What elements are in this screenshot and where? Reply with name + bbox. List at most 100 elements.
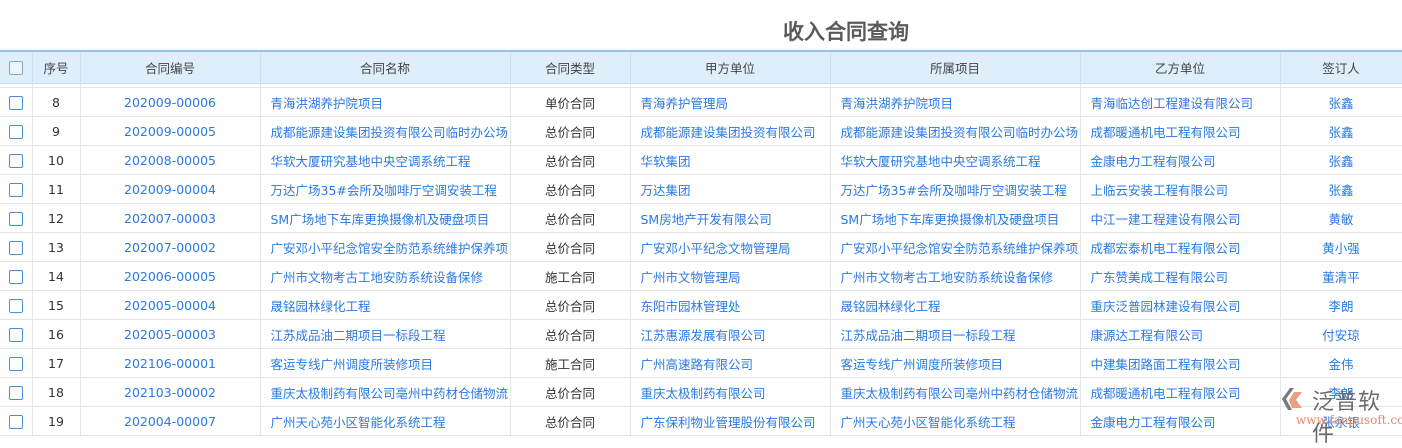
- project-link[interactable]: 客运专线广州调度所装修项目: [830, 348, 1081, 378]
- party-b-link[interactable]: 金康电力工程有限公司: [1080, 406, 1281, 436]
- signer-link[interactable]: 张鑫: [1280, 174, 1402, 204]
- contract-name-link[interactable]: 客运专线广州调度所装修项目: [260, 348, 511, 378]
- party-b-link[interactable]: 广东赞美成工程有限公司: [1080, 261, 1281, 291]
- signer-link[interactable]: 张鑫: [1280, 87, 1402, 117]
- row-checkbox[interactable]: [0, 174, 33, 204]
- row-checkbox[interactable]: [0, 406, 33, 436]
- row-checkbox[interactable]: [0, 87, 33, 117]
- row-checkbox[interactable]: [0, 348, 33, 378]
- project-link[interactable]: 晟铭园林绿化工程: [830, 290, 1081, 320]
- checkbox[interactable]: [8, 385, 23, 400]
- party-b-link[interactable]: 金康电力工程有限公司: [1080, 145, 1281, 175]
- contract-code-link[interactable]: 202007-00002: [80, 232, 261, 262]
- contract-code-link[interactable]: 202009-00004: [80, 174, 261, 204]
- row-checkbox[interactable]: [0, 319, 33, 349]
- col-header-name[interactable]: 合同名称: [260, 50, 511, 84]
- signer-link[interactable]: 李朗: [1280, 290, 1402, 320]
- row-checkbox[interactable]: [0, 290, 33, 320]
- contract-code-link[interactable]: 202106-00001: [80, 348, 261, 378]
- col-header-code[interactable]: 合同编号: [80, 50, 261, 84]
- party-a-link[interactable]: 广东保利物业管理股份有限公司: [630, 406, 831, 436]
- party-a-link[interactable]: 重庆太极制药有限公司: [630, 377, 831, 407]
- contract-code-link[interactable]: 202007-00003: [80, 203, 261, 233]
- contract-name-link[interactable]: 重庆太极制药有限公司亳州中药材仓储物流: [260, 377, 511, 407]
- signer-link[interactable]: 付安琼: [1280, 319, 1402, 349]
- contract-code-link[interactable]: 202005-00003: [80, 319, 261, 349]
- party-a-link[interactable]: SM房地产开发有限公司: [630, 203, 831, 233]
- row-checkbox[interactable]: [0, 377, 33, 407]
- project-link[interactable]: 重庆太极制药有限公司亳州中药材仓储物流: [830, 377, 1081, 407]
- contract-code-link[interactable]: 202009-00006: [80, 87, 261, 117]
- table-row[interactable]: 8 202009-00006 青海洪湖养护院项目 单价合同 青海养护管理局 青海洪湖养护院…: [0, 87, 1402, 117]
- contract-code-link[interactable]: 202005-00004: [80, 290, 261, 320]
- project-link[interactable]: 成都能源建设集团投资有限公司临时办公场: [830, 116, 1081, 146]
- party-b-link[interactable]: 成都暖通机电工程有限公司: [1080, 116, 1281, 146]
- party-a-link[interactable]: 广州高速路有限公司: [630, 348, 831, 378]
- party-b-link[interactable]: 成都暖通机电工程有限公司: [1080, 377, 1281, 407]
- project-link[interactable]: 万达广场35#会所及咖啡厅空调安装工程: [830, 174, 1081, 204]
- party-a-link[interactable]: 成都能源建设集团投资有限公司: [630, 116, 831, 146]
- checkbox[interactable]: [8, 356, 23, 371]
- contract-code-link[interactable]: 202006-00005: [80, 261, 261, 291]
- checkbox[interactable]: [8, 95, 23, 110]
- party-a-link[interactable]: 华软集团: [630, 145, 831, 175]
- row-checkbox[interactable]: [0, 232, 33, 262]
- signer-link[interactable]: 金伟: [1280, 348, 1402, 378]
- party-b-link[interactable]: 上临云安装工程有限公司: [1080, 174, 1281, 204]
- contract-code-link[interactable]: 202008-00005: [80, 145, 261, 175]
- party-a-link[interactable]: 广州市文物管理局: [630, 261, 831, 291]
- table-row[interactable]: 9 202009-00005 成都能源建设集团投资有限公司临时办公场 总价合同 成都能源…: [0, 116, 1402, 146]
- table-row[interactable]: 19 202004-00007 广州天心苑小区智能化系统工程 总价合同 广东保利物业管理…: [0, 406, 1402, 436]
- col-header-type[interactable]: 合同类型: [510, 50, 631, 84]
- project-link[interactable]: SM广场地下车库更换摄像机及硬盘项目: [830, 203, 1081, 233]
- checkbox[interactable]: [8, 182, 23, 197]
- party-b-link[interactable]: 重庆泛普园林建设有限公司: [1080, 290, 1281, 320]
- contract-code-link[interactable]: 202004-00007: [80, 406, 261, 436]
- contract-name-link[interactable]: 晟铭园林绿化工程: [260, 290, 511, 320]
- project-link[interactable]: 广州天心苑小区智能化系统工程: [830, 406, 1081, 436]
- project-link[interactable]: 青海洪湖养护院项目: [830, 87, 1081, 117]
- signer-link[interactable]: 黄小强: [1280, 232, 1402, 262]
- contract-name-link[interactable]: 广安邓小平纪念馆安全防范系统维护保养项目: [260, 232, 511, 262]
- party-a-link[interactable]: 万达集团: [630, 174, 831, 204]
- contract-name-link[interactable]: 成都能源建设集团投资有限公司临时办公场: [260, 116, 511, 146]
- checkbox[interactable]: [8, 240, 23, 255]
- contract-name-link[interactable]: 广州天心苑小区智能化系统工程: [260, 406, 511, 436]
- checkbox[interactable]: [8, 211, 23, 226]
- table-row[interactable]: 16 202005-00003 江苏成品油二期项目一标段工程 总价合同 江苏惠源发展有限…: [0, 319, 1402, 349]
- table-row[interactable]: 17 202106-00001 客运专线广州调度所装修项目 施工合同 广州高速路有限公司…: [0, 348, 1402, 378]
- party-b-link[interactable]: 中建集团路面工程有限公司: [1080, 348, 1281, 378]
- party-b-link[interactable]: 康源达工程有限公司: [1080, 319, 1281, 349]
- checkbox[interactable]: [8, 414, 23, 429]
- row-checkbox[interactable]: [0, 145, 33, 175]
- checkbox[interactable]: [8, 298, 23, 313]
- table-row[interactable]: 12 202007-00003 SM广场地下车库更换摄像机及硬盘项目 总价合同 SM房地…: [0, 203, 1402, 233]
- signer-link[interactable]: 张鑫: [1280, 116, 1402, 146]
- signer-link[interactable]: 黄敏: [1280, 203, 1402, 233]
- party-b-link[interactable]: 成都宏泰机电工程有限公司: [1080, 232, 1281, 262]
- row-checkbox[interactable]: [0, 116, 33, 146]
- col-header-project[interactable]: 所属项目: [830, 50, 1081, 84]
- checkbox[interactable]: [8, 269, 23, 284]
- select-all-checkbox[interactable]: [0, 50, 33, 84]
- table-row[interactable]: 13 202007-00002 广安邓小平纪念馆安全防范系统维护保养项目 总价合同 广安…: [0, 232, 1402, 262]
- project-link[interactable]: 华软大厦研究基地中央空调系统工程: [830, 145, 1081, 175]
- party-b-link[interactable]: 青海临达创工程建设有限公司: [1080, 87, 1281, 117]
- party-a-link[interactable]: 江苏惠源发展有限公司: [630, 319, 831, 349]
- signer-link[interactable]: 张鑫: [1280, 145, 1402, 175]
- contract-name-link[interactable]: 万达广场35#会所及咖啡厅空调安装工程: [260, 174, 511, 204]
- contract-name-link[interactable]: 广州市文物考古工地安防系统设备保修: [260, 261, 511, 291]
- project-link[interactable]: 江苏成品油二期项目一标段工程: [830, 319, 1081, 349]
- project-link[interactable]: 广安邓小平纪念馆安全防范系统维护保养项目: [830, 232, 1081, 262]
- checkbox[interactable]: [8, 124, 23, 139]
- contract-name-link[interactable]: 江苏成品油二期项目一标段工程: [260, 319, 511, 349]
- table-row[interactable]: 18 202103-00002 重庆太极制药有限公司亳州中药材仓储物流 总价合同 重庆太…: [0, 377, 1402, 407]
- party-a-link[interactable]: 青海养护管理局: [630, 87, 831, 117]
- col-header-party-b[interactable]: 乙方单位: [1080, 50, 1281, 84]
- contract-code-link[interactable]: 202009-00005: [80, 116, 261, 146]
- signer-link[interactable]: 董清平: [1280, 261, 1402, 291]
- party-a-link[interactable]: 广安邓小平纪念文物管理局: [630, 232, 831, 262]
- contract-name-link[interactable]: 青海洪湖养护院项目: [260, 87, 511, 117]
- table-row[interactable]: 10 202008-00005 华软大厦研究基地中央空调系统工程 总价合同 华软集团 华软…: [0, 145, 1402, 175]
- party-b-link[interactable]: 中江一建工程建设有限公司: [1080, 203, 1281, 233]
